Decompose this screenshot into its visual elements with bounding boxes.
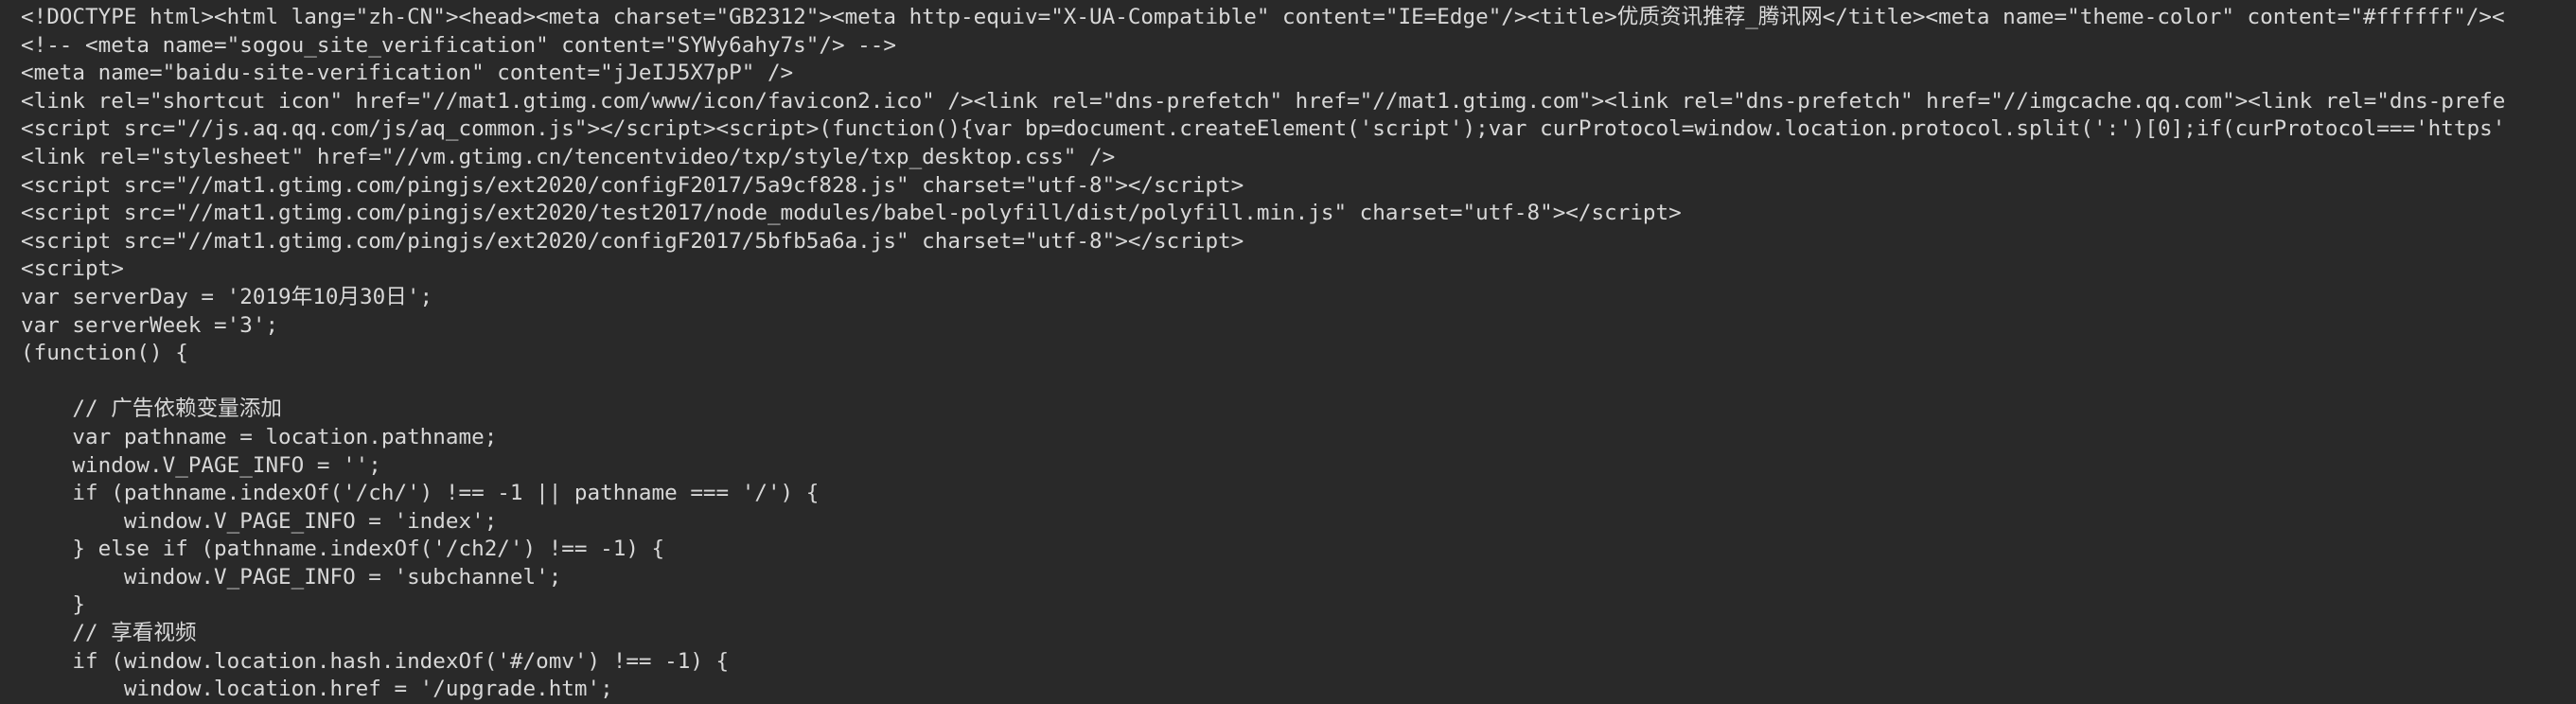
source-line: var pathname = location.pathname; (21, 424, 498, 449)
source-line: var serverWeek ='3'; (21, 312, 279, 338)
source-line: <meta name="baidu-site-verification" con… (21, 61, 794, 86)
source-line: <script src="//mat1.gtimg.com/pingjs/ext… (21, 201, 1682, 226)
source-line: window.location.href = '/upgrade.htm'; (21, 677, 613, 702)
source-line: if (window.location.hash.indexOf('#/omv'… (21, 648, 730, 674)
source-line: <script src="//js.aq.qq.com/js/aq_common… (21, 116, 2506, 142)
source-line: <!DOCTYPE html><html lang="zh-CN"><head>… (21, 5, 2505, 29)
source-line: // 广告依赖变量添加 (21, 396, 282, 422)
source-line: if (pathname.indexOf('/ch/') !== -1 || p… (21, 481, 820, 506)
source-line: <!-- <meta name="sogou_site_verification… (21, 32, 896, 58)
source-line: var serverDay = '2019年10月30日'; (21, 284, 433, 309)
source-line: (function() { (21, 341, 188, 366)
source-line: window.V_PAGE_INFO = 'index'; (21, 508, 498, 534)
source-line: } else if (pathname.indexOf('/ch2/') !==… (21, 537, 665, 562)
page-source-view: <!DOCTYPE html><html lang="zh-CN"><head>… (21, 4, 2505, 704)
source-line: <script> (21, 256, 124, 282)
source-line: <link rel="shortcut icon" href="//mat1.g… (21, 88, 2506, 114)
source-line: <script src="//mat1.gtimg.com/pingjs/ext… (21, 228, 1244, 254)
source-line: window.V_PAGE_INFO = 'subchannel'; (21, 564, 562, 590)
source-line: window.V_PAGE_INFO = ''; (21, 452, 381, 478)
source-line: <script src="//mat1.gtimg.com/pingjs/ext… (21, 172, 1244, 198)
source-line: <link rel="stylesheet" href="//vm.gtimg.… (21, 144, 1116, 169)
source-line: // 享看视频 (21, 621, 197, 646)
source-line (21, 368, 2505, 396)
source-line: } (21, 592, 86, 618)
